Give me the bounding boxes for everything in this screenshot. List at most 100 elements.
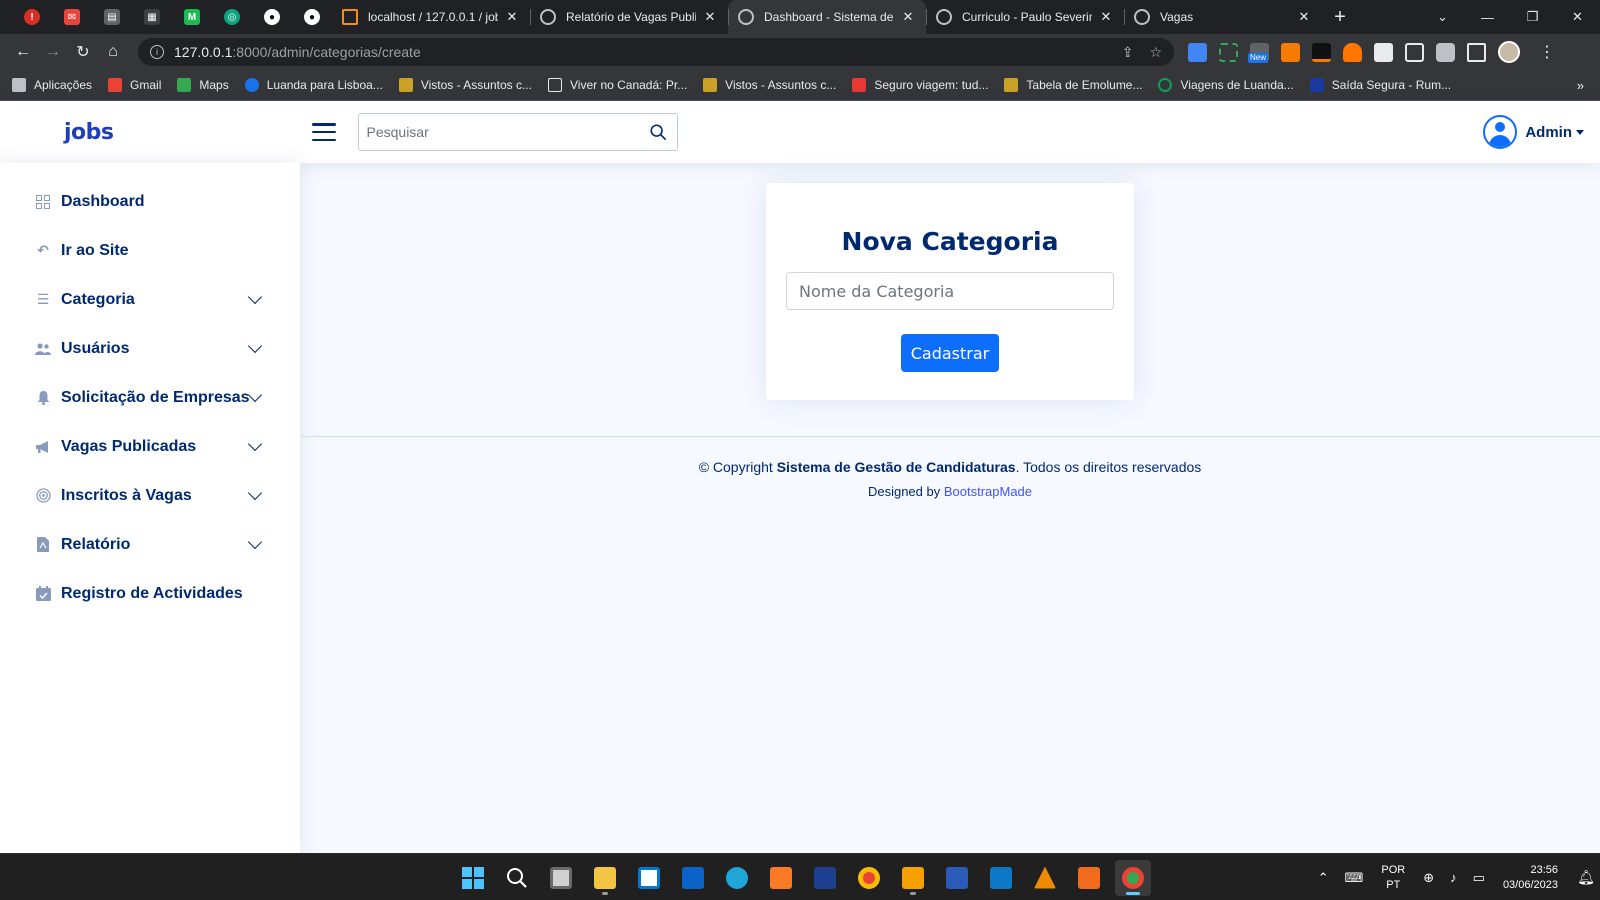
sidebar-item-usuarios[interactable]: Usuários xyxy=(0,324,300,373)
start-icon[interactable] xyxy=(455,860,491,896)
word-icon[interactable] xyxy=(939,860,975,896)
new-tab-button[interactable]: + xyxy=(1322,0,1358,34)
pinned-tab[interactable]: ▤ xyxy=(92,0,132,34)
vlc-icon[interactable] xyxy=(1027,860,1063,896)
new-extension-icon[interactable]: New xyxy=(1248,42,1269,63)
browser-tab-active[interactable]: Dashboard - Sistema de Gestão ✕ xyxy=(728,0,926,34)
sidebar-item-categoria[interactable]: ☰ Categoria xyxy=(0,275,300,324)
side-panel-icon[interactable] xyxy=(1467,42,1486,62)
sidebar-item-vagas-publicadas[interactable]: Vagas Publicadas xyxy=(0,422,300,471)
site-info-icon[interactable]: i xyxy=(150,45,164,59)
forward-icon[interactable]: → xyxy=(38,37,68,67)
bootstrapmade-link[interactable]: BootstrapMade xyxy=(944,484,1032,499)
xampp-icon[interactable] xyxy=(763,860,799,896)
copyright-name: Sistema de Gestão de Candidaturas xyxy=(776,459,1016,475)
vscode-icon[interactable] xyxy=(983,860,1019,896)
clock[interactable]: 23:56 03/06/2023 xyxy=(1503,863,1558,893)
tab-search-icon[interactable]: ⌄ xyxy=(1420,9,1465,25)
bookmark-star-icon[interactable]: ☆ xyxy=(1149,44,1162,61)
reader-extension-icon[interactable] xyxy=(1405,42,1424,62)
tab-title: Curriculo - Paulo Severino xyxy=(962,10,1092,24)
cadastrar-button[interactable]: Cadastrar xyxy=(901,334,999,372)
reload-icon[interactable]: ↻ xyxy=(68,37,98,67)
user-menu[interactable]: Admin xyxy=(1483,115,1584,149)
sidebar-item-dashboard[interactable]: Dashboard xyxy=(0,177,300,226)
volume-icon[interactable]: ♪ xyxy=(1450,870,1457,885)
bookmark-item[interactable]: Viagens de Luanda... xyxy=(1158,78,1294,92)
sidebar-item-inscritos-vagas[interactable]: Inscritos à Vagas xyxy=(0,471,300,520)
address-bar[interactable]: i 127.0.0.1:8000/admin/categorias/create… xyxy=(138,38,1174,66)
sidebar-item-registro-actividades[interactable]: Registro de Actividades xyxy=(0,569,300,618)
pinned-tab[interactable]: ▦ xyxy=(132,0,172,34)
network-icon[interactable]: ⊕ xyxy=(1423,870,1434,886)
pinned-tab[interactable]: ● xyxy=(252,0,292,34)
pinned-tab[interactable]: ◎ xyxy=(212,0,252,34)
task-view-icon[interactable] xyxy=(543,860,579,896)
notification-bell-icon[interactable]: 🔔︎ xyxy=(1572,869,1600,886)
remote-desktop-icon[interactable] xyxy=(807,860,843,896)
app-icon[interactable] xyxy=(1071,860,1107,896)
sidebar-item-solicitacao-empresas[interactable]: Solicitação de Empresas xyxy=(0,373,300,422)
restore-icon[interactable]: ❐ xyxy=(1510,9,1555,25)
language-indicator[interactable]: POR PT xyxy=(1381,863,1405,893)
chrome-profile-icon[interactable] xyxy=(1115,859,1151,896)
screenshot-extension-icon[interactable] xyxy=(1219,42,1238,62)
home-icon[interactable]: ⌂ xyxy=(98,37,128,67)
profile-avatar[interactable] xyxy=(1498,41,1520,63)
pinned-tab[interactable]: ✉ xyxy=(52,0,92,34)
jobs-logo[interactable]: jobs xyxy=(64,120,114,145)
keyboard-icon[interactable]: ⌨ xyxy=(1345,870,1364,886)
people-icon xyxy=(35,341,51,357)
video-player-icon[interactable] xyxy=(895,860,931,896)
close-tab-icon[interactable]: ✕ xyxy=(1098,9,1114,25)
back-icon[interactable]: ← xyxy=(8,37,38,67)
bookmark-item[interactable]: Saída Segura - Rum... xyxy=(1309,78,1451,92)
more-menu-icon[interactable]: ⋮ xyxy=(1532,37,1562,67)
download-extension-icon[interactable] xyxy=(1281,42,1300,62)
bookmark-item[interactable]: Luanda para Lisboa... xyxy=(244,78,383,92)
close-window-icon[interactable]: ✕ xyxy=(1555,9,1600,25)
battery-icon[interactable]: ▭ xyxy=(1473,870,1485,886)
close-tab-icon[interactable]: ✕ xyxy=(504,9,520,25)
store-icon[interactable] xyxy=(631,860,667,896)
sidebar-item-relatorio[interactable]: Relatório xyxy=(0,520,300,569)
browser-tab[interactable]: localhost / 127.0.0.1 / jobs ✕ xyxy=(332,0,530,34)
bookmarks-overflow-icon[interactable]: » xyxy=(1577,78,1584,93)
browser-tab[interactable]: Vagas ✕ xyxy=(1124,0,1322,34)
sidebar-item-ir-ao-site[interactable]: ↶ Ir ao Site xyxy=(0,226,300,275)
search-icon[interactable] xyxy=(649,123,667,141)
bookmark-item[interactable]: Viver no Canadá: Pr... xyxy=(547,78,687,92)
search-input[interactable] xyxy=(366,124,649,140)
browser-tab[interactable]: Relatório de Vagas Publicadas ✕ xyxy=(530,0,728,34)
bookmark-item[interactable]: Gmail xyxy=(108,78,161,92)
file-explorer-icon[interactable] xyxy=(587,860,623,896)
share-icon[interactable]: ⇪ xyxy=(1122,44,1134,61)
edge-icon[interactable] xyxy=(719,860,755,896)
mail-icon[interactable] xyxy=(675,860,711,896)
close-tab-icon[interactable]: ✕ xyxy=(702,9,718,25)
bookmark-item[interactable]: Tabela de Emolume... xyxy=(1004,78,1142,92)
pinned-tab[interactable]: ! xyxy=(12,0,52,34)
dark-extension-icon[interactable] xyxy=(1312,42,1331,62)
pinned-tab[interactable]: M xyxy=(172,0,212,34)
close-tab-icon[interactable]: ✕ xyxy=(900,9,916,25)
bookmark-item[interactable]: Vistos - Assuntos c... xyxy=(398,78,532,92)
toggle-sidebar-icon[interactable] xyxy=(311,123,336,141)
bookmark-label: Maps xyxy=(199,78,229,92)
category-name-input[interactable] xyxy=(786,272,1114,310)
chrome-icon[interactable] xyxy=(851,860,887,896)
translate-extension-icon[interactable] xyxy=(1188,42,1207,62)
bookmark-item[interactable]: Maps xyxy=(177,78,229,92)
box-extension-icon[interactable] xyxy=(1374,42,1393,62)
close-tab-icon[interactable]: ✕ xyxy=(1296,9,1312,25)
puzzle-icon[interactable] xyxy=(1436,42,1455,62)
bookmark-apps[interactable]: Aplicações xyxy=(12,78,92,92)
browser-tab[interactable]: Curriculo - Paulo Severino ✕ xyxy=(926,0,1124,34)
chevron-up-icon[interactable]: ⌃ xyxy=(1318,870,1329,886)
bookmark-item[interactable]: Vistos - Assuntos c... xyxy=(703,78,836,92)
bookmark-item[interactable]: Seguro viagem: tud... xyxy=(852,78,988,92)
pinned-tab[interactable]: ● xyxy=(292,0,332,34)
minimize-icon[interactable]: — xyxy=(1465,10,1510,25)
cloud-extension-icon[interactable] xyxy=(1343,42,1362,62)
search-icon[interactable] xyxy=(499,860,535,896)
